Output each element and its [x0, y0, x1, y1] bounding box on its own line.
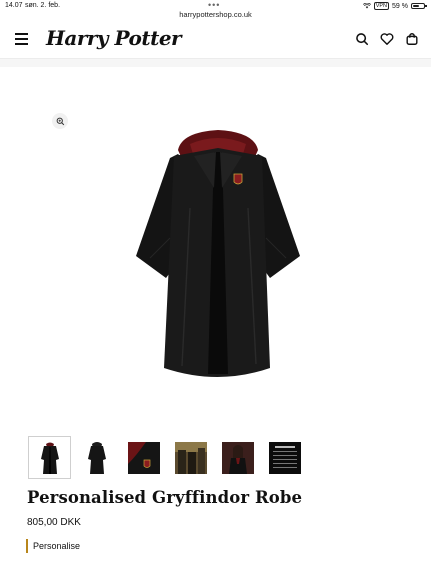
thumbnail-robe-front[interactable] [28, 436, 71, 479]
search-icon[interactable] [355, 32, 369, 46]
personalise-button[interactable]: Personalise [26, 539, 80, 553]
site-header: Harry Potter [0, 21, 431, 59]
battery-level [413, 5, 419, 7]
thumb-hood-crest-image [127, 441, 160, 474]
thumb-robe-front-image [40, 442, 59, 474]
wifi-icon [362, 3, 371, 9]
thumb-size-chart-image [268, 441, 301, 474]
status-bar: 14.07 søn. 2. feb. ••• harrypottershop.c… [0, 0, 431, 21]
status-time: 14.07 [5, 2, 23, 9]
product-price: 805,00 DKK [27, 517, 81, 528]
battery-percent: 59 % [392, 2, 408, 10]
header-divider [0, 59, 431, 67]
thumbnail-lifestyle-1[interactable] [169, 436, 212, 479]
status-indicators: VPN 59 % [362, 2, 427, 10]
harry-potter-logo[interactable]: Harry Potter [46, 26, 182, 50]
thumbnail-robe-back[interactable] [75, 436, 118, 479]
battery-icon [411, 3, 427, 9]
status-date: søn. 2. feb. [25, 2, 61, 9]
vpn-badge: VPN [373, 2, 390, 10]
shopping-bag-icon[interactable] [405, 32, 419, 46]
thumb-lifestyle-1-image [174, 441, 207, 474]
thumbnail-hood-crest[interactable] [122, 436, 165, 479]
thumbnail-lifestyle-2[interactable] [216, 436, 259, 479]
zoom-in-icon[interactable] [52, 113, 68, 129]
product-image-robe[interactable] [130, 128, 306, 386]
heart-icon[interactable] [380, 32, 394, 46]
thumbnail-size-chart[interactable] [263, 436, 306, 479]
hamburger-menu-icon[interactable] [15, 33, 28, 45]
thumb-lifestyle-2-image [221, 441, 254, 474]
tab-handle-icon[interactable]: ••• [208, 0, 220, 10]
header-actions [355, 32, 419, 46]
address-bar-url[interactable]: harrypottershop.co.uk [0, 10, 431, 19]
thumb-robe-back-image [87, 441, 106, 474]
product-title: Personalised Gryffindor Robe [27, 488, 303, 507]
thumbnail-strip [28, 436, 306, 479]
